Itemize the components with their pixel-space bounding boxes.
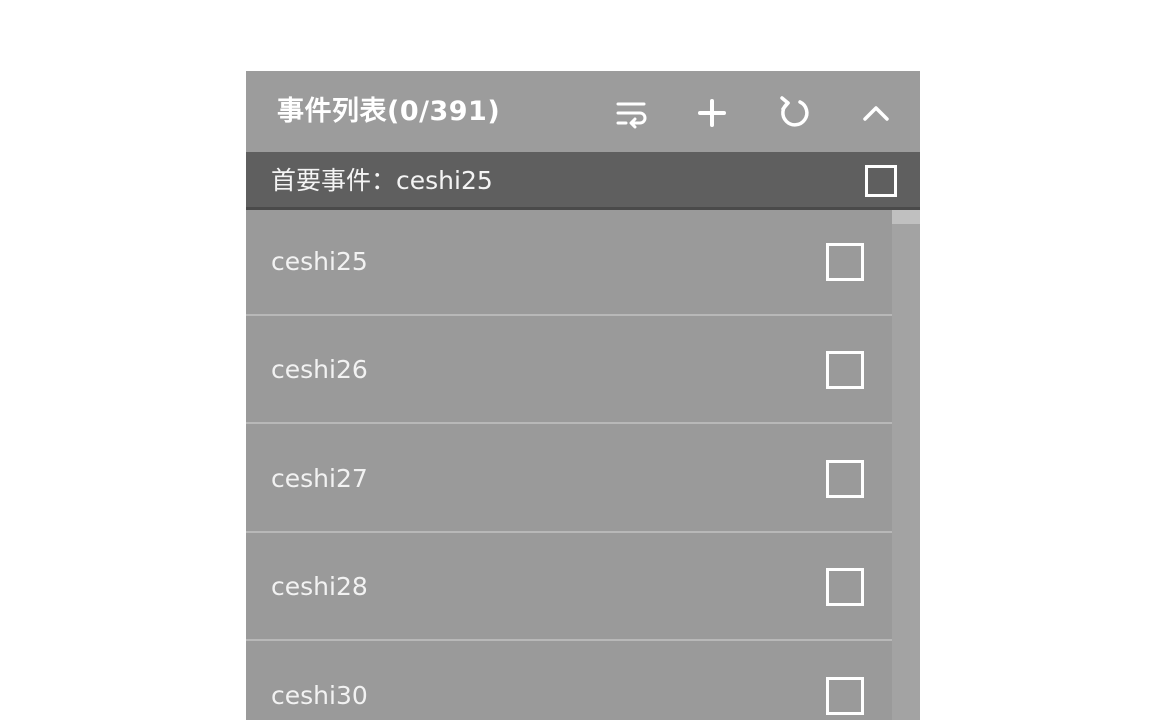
list-item-checkbox[interactable] [826,677,864,715]
list-item-label: ceshi25 [271,247,368,276]
list-item-checkbox[interactable] [826,243,864,281]
wrap-text-icon [616,102,647,129]
event-list-panel: 事件列表(0/391) 首要事件：ceshi25 ceshi25 ceshi26… [246,71,920,720]
list-item-checkbox[interactable] [826,460,864,498]
list-item-label: ceshi27 [271,464,368,493]
chevron-up-icon [863,106,889,121]
list-scrollbar[interactable] [892,210,920,720]
primary-event-label: 首要事件：ceshi25 [271,166,493,195]
panel-title: 事件列表(0/391) [277,96,501,127]
list-item[interactable]: ceshi28 [246,535,892,641]
refresh-button[interactable] [774,93,814,133]
add-event-button[interactable] [692,93,732,133]
list-item[interactable]: ceshi27 [246,427,892,533]
list-item[interactable]: ceshi30 [246,644,892,720]
primary-event-checkbox[interactable] [865,165,897,197]
list-item-label: ceshi30 [271,681,368,710]
list-item[interactable]: ceshi25 [246,210,892,316]
collapse-button[interactable] [856,93,896,133]
list-item-checkbox[interactable] [826,568,864,606]
list-item[interactable]: ceshi26 [246,318,892,424]
scrollbar-thumb[interactable] [892,210,920,720]
list-item-checkbox[interactable] [826,351,864,389]
list-item-label: ceshi26 [271,355,368,384]
list-item-label: ceshi28 [271,572,368,601]
plus-icon [698,99,726,127]
event-list: ceshi25 ceshi26 ceshi27 ceshi28 ceshi30 [246,210,892,720]
refresh-icon [780,96,809,127]
wrap-text-button[interactable] [612,93,652,133]
primary-event-bar: 首要事件：ceshi25 [246,152,920,210]
panel-header: 事件列表(0/391) [246,71,920,152]
